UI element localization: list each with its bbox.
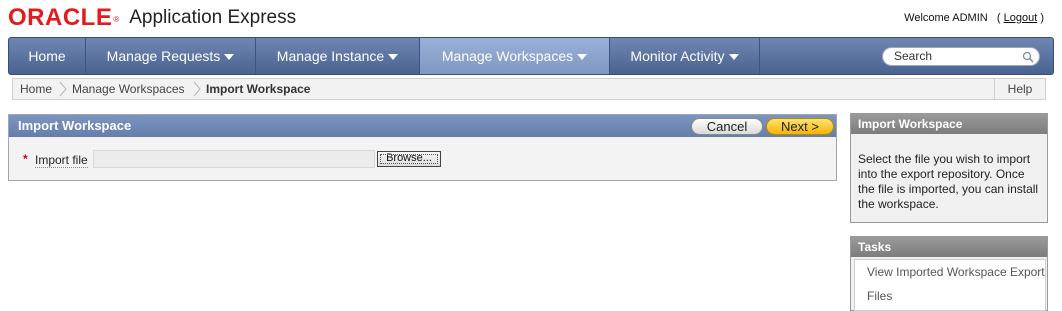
import-file-label: Import file — [35, 153, 88, 168]
app-name: Application Express — [129, 7, 297, 28]
tab-manage-instance-label: Manage Instance — [276, 48, 385, 64]
oracle-logo: ORACLE ® Application Express — [8, 5, 296, 31]
logout-close-paren: ) — [1040, 12, 1044, 24]
help-box-text: Select the file you wish to import into … — [858, 152, 1039, 211]
help-box-title: Import Workspace — [851, 114, 1047, 134]
breadcrumb-separator-icon — [193, 81, 201, 97]
tab-home-label: Home — [28, 48, 66, 64]
task-view-imported-workspace-export[interactable]: View Imported Workspace Export — [867, 265, 1045, 279]
welcome-area: Welcome ADMIN ( Logout ) — [904, 12, 1044, 24]
import-workspace-help-box: Import Workspace Select the file you wis… — [850, 113, 1048, 223]
breadcrumb: Home Manage Workspaces Import Workspace … — [12, 78, 1046, 100]
search-icon[interactable] — [1022, 51, 1034, 63]
breadcrumb-import-workspace: Import Workspace — [206, 82, 311, 96]
chevron-down-icon — [577, 54, 588, 61]
breadcrumb-manage-workspaces[interactable]: Manage Workspaces — [72, 79, 185, 99]
breadcrumb-home[interactable]: Home — [20, 79, 52, 99]
help-link[interactable]: Help — [994, 79, 1045, 99]
logout-link[interactable]: Logout — [1004, 12, 1038, 24]
import-workspace-region: Import Workspace Cancel Next > * Import … — [8, 114, 837, 181]
oracle-wordmark: ORACLE — [8, 4, 113, 31]
browse-button[interactable]: Browse... — [377, 151, 441, 167]
search-placeholder: Search — [894, 49, 933, 63]
breadcrumb-separator-icon — [59, 81, 67, 97]
required-asterisk-icon: * — [23, 152, 28, 166]
tab-monitor-activity-label: Monitor Activity — [630, 48, 725, 64]
import-file-field[interactable] — [93, 150, 375, 168]
chevron-down-icon — [388, 54, 399, 61]
welcome-text: Welcome ADMIN — [904, 12, 988, 24]
logout-open-paren: ( — [996, 12, 1001, 24]
tasks-title: Tasks — [851, 237, 1047, 257]
next-button[interactable]: Next > — [766, 118, 834, 135]
tab-manage-workspaces[interactable]: Manage Workspaces — [420, 38, 610, 74]
task-files[interactable]: Files — [867, 289, 892, 303]
tab-manage-requests[interactable]: Manage Requests — [86, 38, 256, 74]
region-title: Import Workspace — [18, 118, 132, 133]
tab-manage-instance[interactable]: Manage Instance — [256, 38, 420, 74]
tasks-list: View Imported Workspace Export Files — [854, 259, 1046, 311]
tasks-box: Tasks View Imported Workspace Export Fil… — [850, 236, 1048, 311]
tab-manage-requests-label: Manage Requests — [106, 48, 221, 64]
top-nav-bar: Home Manage Requests Manage Instance Man… — [8, 37, 1054, 75]
chevron-down-icon — [728, 54, 739, 61]
cancel-button[interactable]: Cancel — [691, 118, 763, 135]
chevron-down-icon — [224, 54, 235, 61]
search-input[interactable]: Search — [882, 47, 1040, 66]
tab-home[interactable]: Home — [9, 38, 86, 74]
tab-manage-workspaces-label: Manage Workspaces — [441, 48, 574, 64]
registered-mark: ® — [113, 14, 120, 24]
tab-monitor-activity[interactable]: Monitor Activity — [610, 38, 760, 74]
region-header: Import Workspace Cancel Next > — [9, 115, 836, 137]
